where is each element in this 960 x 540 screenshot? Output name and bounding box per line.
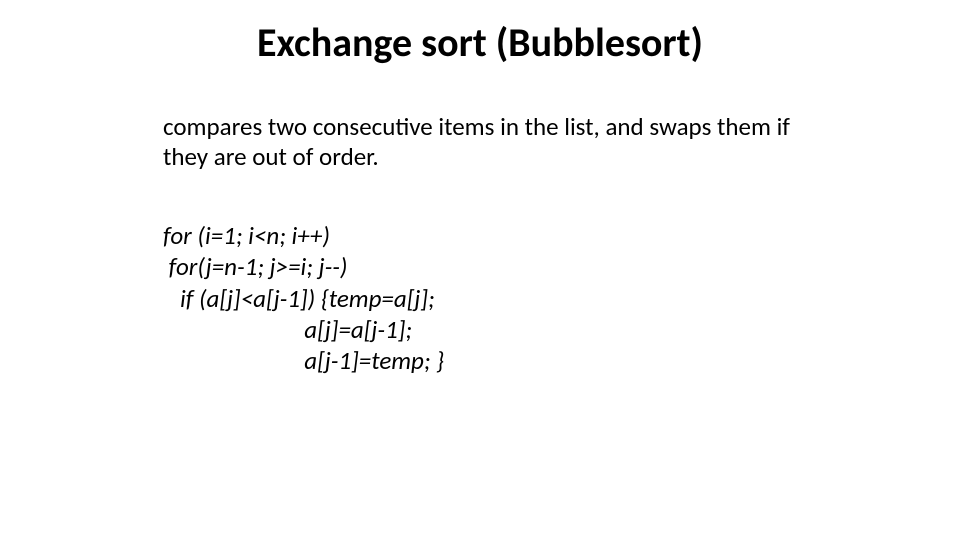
code-line-1: for (i=1; i<n; i++) xyxy=(163,220,330,251)
code-line-3: if (a[j]<a[j-1]) {temp=a[j]; xyxy=(163,283,435,314)
slide-description: compares two consecutive items in the li… xyxy=(163,112,803,172)
code-block: for (i=1; i<n; i++) for(j=n-1; j>=i; j--… xyxy=(163,220,803,376)
code-line-4: a[j]=a[j-1]; xyxy=(163,314,412,345)
slide-title: Exchange sort (Bubblesort) xyxy=(0,18,960,67)
code-line-2: for(j=n-1; j>=i; j--) xyxy=(163,251,348,282)
code-line-5: a[j-1]=temp; } xyxy=(163,345,444,376)
slide: Exchange sort (Bubblesort) compares two … xyxy=(0,0,960,540)
